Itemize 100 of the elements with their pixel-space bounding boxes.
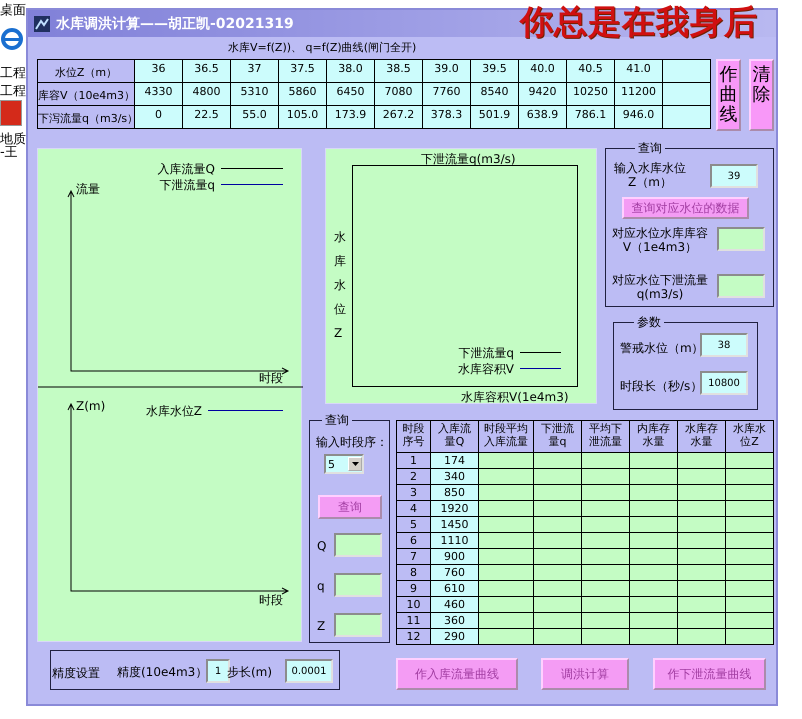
- app-icon: [34, 16, 50, 32]
- table-cell: 900: [431, 549, 479, 565]
- column-header: 水库水位Z: [726, 421, 774, 453]
- legend-label: 入库流量Q: [158, 161, 215, 178]
- table-cell: 22.5: [183, 106, 231, 129]
- table-cell: [726, 453, 774, 469]
- table-cell: 1: [397, 453, 431, 469]
- table-cell: [630, 597, 678, 613]
- table-cell: 11: [397, 613, 431, 629]
- table-cell: [726, 501, 774, 517]
- table-cell: 6: [397, 533, 431, 549]
- table-cell: [534, 533, 582, 549]
- table-cell: 8540: [471, 83, 519, 106]
- table-cell: [630, 453, 678, 469]
- table-cell: [678, 549, 726, 565]
- table-cell: [534, 453, 582, 469]
- table-cell: [630, 501, 678, 517]
- table-cell: 37.5: [279, 60, 327, 83]
- pdf-file-icon[interactable]: [0, 100, 22, 126]
- table-cell: [726, 613, 774, 629]
- table-cell: 4330: [135, 83, 183, 106]
- result-field[interactable]: [334, 613, 382, 637]
- table-cell: 36.5: [183, 60, 231, 83]
- table-cell: [726, 629, 774, 645]
- table-cell: [582, 517, 630, 533]
- desktop-label[interactable]: 桌面: [0, 1, 26, 19]
- table-cell: 4800: [183, 83, 231, 106]
- legend-label: 下泄流量q: [159, 177, 215, 194]
- table-cell: [678, 613, 726, 629]
- table-cell: 38.5: [375, 60, 423, 83]
- table-cell: [534, 501, 582, 517]
- table-cell: 7080: [375, 83, 423, 106]
- legend-label: 水库水位Z: [146, 403, 202, 420]
- table-cell: [630, 469, 678, 485]
- overlay-caption: 你总是在我身后: [520, 1, 758, 43]
- column-header: 时段平均入库流量: [479, 421, 534, 453]
- table-cell: [582, 453, 630, 469]
- table-cell: [534, 549, 582, 565]
- table-cell: [534, 581, 582, 597]
- row-header: 库容V（10e4m3）: [38, 83, 135, 106]
- table-cell: [630, 565, 678, 581]
- table-cell: [582, 485, 630, 501]
- result-field[interactable]: [717, 227, 765, 251]
- table-cell: 3: [397, 485, 431, 501]
- table-cell: [479, 565, 534, 581]
- result-field[interactable]: [334, 533, 382, 557]
- table-cell: [582, 501, 630, 517]
- desktop-label[interactable]: 工程: [0, 82, 26, 100]
- table-cell: [534, 469, 582, 485]
- legend-label: 水库容积V: [458, 361, 514, 378]
- table-cell: 290: [431, 629, 479, 645]
- table-cell: [678, 597, 726, 613]
- table-cell: [630, 549, 678, 565]
- field-label: 对应水位水库库容 V（1e4m3）: [612, 227, 708, 255]
- column-header: 入库流量Q: [431, 421, 479, 453]
- level-input[interactable]: 39: [710, 164, 758, 188]
- table-cell: [479, 533, 534, 549]
- axis-label: 流量: [76, 181, 100, 198]
- table-cell: 40.5: [567, 60, 615, 83]
- table-cell: [479, 581, 534, 597]
- table-cell: [630, 533, 678, 549]
- side-button[interactable]: 清除: [749, 59, 774, 131]
- axis-label: Z(m): [76, 399, 106, 413]
- period-dropdown[interactable]: 5: [324, 454, 364, 474]
- table-cell: 11200: [615, 83, 663, 106]
- table-cell: 5310: [231, 83, 279, 106]
- table-cell: [678, 565, 726, 581]
- table-cell: [663, 106, 711, 129]
- table-cell: [582, 581, 630, 597]
- table-cell: [479, 613, 534, 629]
- field-label: 精度(10e4m3）: [117, 664, 208, 681]
- table-cell: 12: [397, 629, 431, 645]
- table-cell: [726, 485, 774, 501]
- param-input[interactable]: 38: [700, 333, 748, 357]
- table-cell: [582, 549, 630, 565]
- query-button: 查询对应水位的数据: [622, 197, 749, 219]
- axis-label: 时段: [259, 592, 283, 609]
- table-cell: 9: [397, 581, 431, 597]
- table-cell: 360: [431, 613, 479, 629]
- axis-label: 水库容积V(1e4m3): [461, 389, 569, 406]
- axis-label: 下泄流量q(m3/s): [421, 151, 516, 168]
- browser-icon[interactable]: [0, 26, 24, 50]
- table-cell: 501.9: [471, 106, 519, 129]
- column-header: 下泄流量q: [534, 421, 582, 453]
- precision-input[interactable]: 0.0001: [285, 659, 333, 683]
- table-cell: [678, 453, 726, 469]
- group-title: 精度设置: [52, 665, 100, 682]
- table-cell: [479, 501, 534, 517]
- action-button: 调洪计算: [541, 658, 629, 690]
- table-cell: 9420: [519, 83, 567, 106]
- desktop-label[interactable]: 工程: [0, 64, 26, 82]
- param-input[interactable]: 10800: [700, 371, 748, 395]
- result-field[interactable]: [717, 274, 765, 298]
- table-cell: [479, 453, 534, 469]
- table-cell: 10: [397, 597, 431, 613]
- table-cell: 378.3: [423, 106, 471, 129]
- table-cell: 5860: [279, 83, 327, 106]
- side-button[interactable]: 作曲线: [716, 59, 741, 131]
- table-cell: [479, 517, 534, 533]
- result-field[interactable]: [334, 573, 382, 597]
